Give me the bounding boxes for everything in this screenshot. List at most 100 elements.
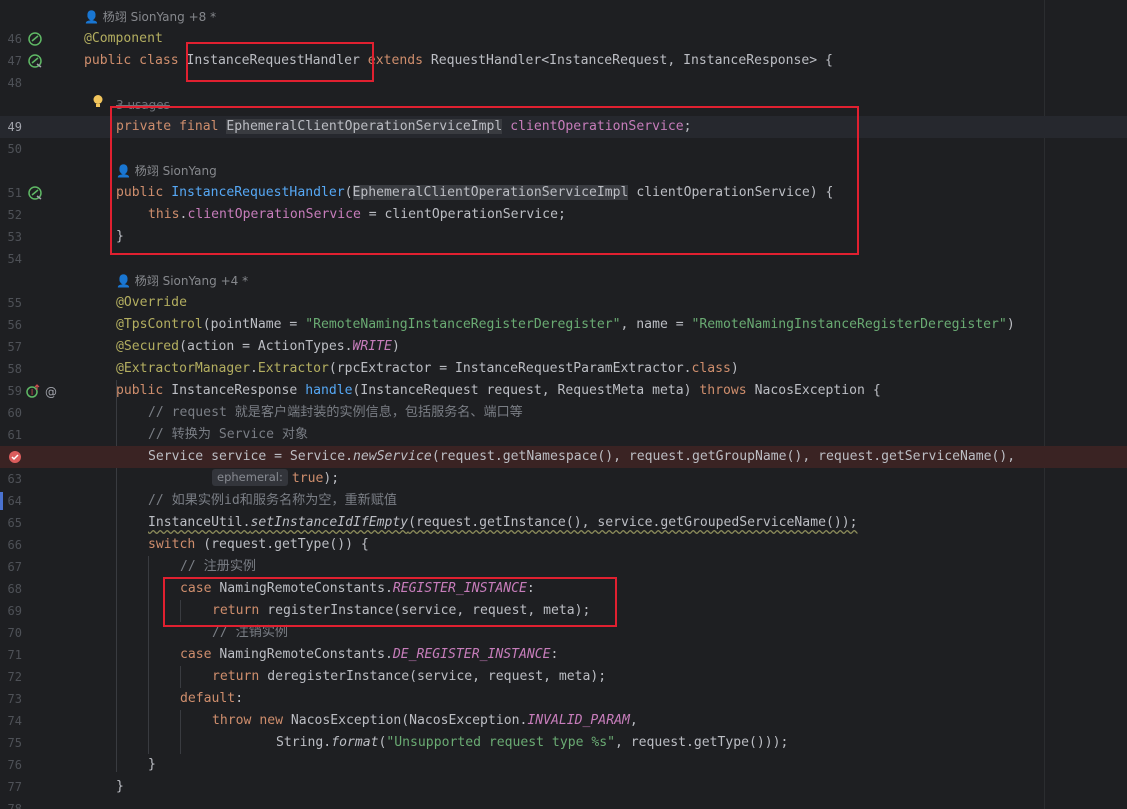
token: String. xyxy=(276,735,332,750)
token: : xyxy=(235,691,244,706)
code-text[interactable]: public class InstanceRequestHandler exte… xyxy=(84,50,833,72)
svg-text:I: I xyxy=(31,388,33,397)
token: clientOperationService xyxy=(510,119,684,134)
code-text[interactable]: private final EphemeralClientOperationSe… xyxy=(116,116,692,138)
code-text[interactable]: @Override xyxy=(116,292,187,314)
token: InstanceUtil. xyxy=(148,515,251,530)
code-text[interactable]: InstanceUtil.setInstanceIdIfEmpty(reques… xyxy=(148,512,858,534)
token: : xyxy=(526,581,535,596)
token: INVALID_PARAM xyxy=(527,713,630,728)
lightbulb-icon[interactable] xyxy=(91,94,105,108)
line-number: 52 xyxy=(7,208,22,222)
token: NacosException { xyxy=(746,383,881,398)
code-text[interactable]: this.clientOperationService = clientOper… xyxy=(148,204,566,226)
code-line-56: 56 @TpsControl(pointName = "RemoteNaming… xyxy=(0,314,1127,336)
author-hint[interactable]: 👤 杨翊 SionYang +8 * xyxy=(84,6,216,28)
bean-icon[interactable] xyxy=(28,32,42,46)
bean-icon[interactable] xyxy=(28,54,42,68)
usages-hint-row: 3 usages xyxy=(0,94,1127,116)
token: throws xyxy=(699,383,747,398)
token: (request.getInstance(), service.getGroup… xyxy=(408,515,858,530)
code-text[interactable]: } xyxy=(116,776,124,798)
token: EphemeralClientOperationServiceImpl xyxy=(226,119,503,134)
line-number: 65 xyxy=(7,516,22,530)
line-number: 54 xyxy=(7,252,22,266)
code-comment[interactable]: // 注册实例 xyxy=(180,556,256,578)
token: NamingRemoteConstants. xyxy=(219,647,393,662)
code-text[interactable]: String.format("Unsupported request type … xyxy=(276,732,788,754)
token: handle xyxy=(305,383,353,398)
code-line-51: 51 public InstanceRequestHandler(Ephemer… xyxy=(0,182,1127,204)
code-text[interactable]: Service service = Service.newService(req… xyxy=(148,446,1015,468)
code-line-62: 62 Service service = Service.newService(… xyxy=(0,446,1127,468)
code-text[interactable]: switch (request.getType()) { xyxy=(148,534,369,556)
token: , request.getType())); xyxy=(615,735,789,750)
code-line-70: 70 // 注销实例 xyxy=(0,622,1127,644)
user-icon: 👤 xyxy=(116,164,131,178)
token: (pointName = xyxy=(202,317,306,332)
breakpoint-icon[interactable] xyxy=(8,450,22,464)
code-text[interactable]: case NamingRemoteConstants.DE_REGISTER_I… xyxy=(180,644,558,666)
line-number: 74 xyxy=(7,714,22,728)
code-line-71: 71 case NamingRemoteConstants.DE_REGISTE… xyxy=(0,644,1127,666)
author-hint-row: 👤 杨翊 SionYang +4 * xyxy=(0,270,1127,292)
code-line-75: 75 String.format("Unsupported request ty… xyxy=(0,732,1127,754)
annotation-icon[interactable]: @ xyxy=(44,384,58,398)
line-number: 66 xyxy=(7,538,22,552)
code-comment[interactable]: // 如果实例id和服务名称为空，重新赋值 xyxy=(148,490,397,512)
token: @TpsControl xyxy=(116,317,203,332)
code-text[interactable]: case NamingRemoteConstants.REGISTER_INST… xyxy=(180,578,535,600)
code-text[interactable]: @ExtractorManager.Extractor(rpcExtractor… xyxy=(116,358,739,380)
token: case xyxy=(180,581,220,596)
token: REGISTER_INSTANCE xyxy=(392,581,527,596)
bean-icon[interactable] xyxy=(28,186,42,200)
override-icon[interactable]: I xyxy=(26,384,40,398)
author-hint[interactable]: 👤 杨翊 SionYang +4 * xyxy=(116,270,248,292)
token: public xyxy=(116,185,172,200)
code-text[interactable]: throw new NacosException(NacosException.… xyxy=(212,710,638,732)
code-line-52: 52 this.clientOperationService = clientO… xyxy=(0,204,1127,226)
code-line-67: 67 // 注册实例 xyxy=(0,556,1127,578)
code-text[interactable]: public InstanceRequestHandler(EphemeralC… xyxy=(116,182,833,204)
token: (action = ActionTypes. xyxy=(179,339,353,354)
code-text[interactable]: ephemeral: true); xyxy=(212,468,339,490)
line-number: 47 xyxy=(7,54,22,68)
line-number: 71 xyxy=(7,648,22,662)
code-text[interactable]: @TpsControl(pointName = "RemoteNamingIns… xyxy=(116,314,1015,336)
code-text[interactable]: @Component xyxy=(84,28,163,50)
usages-hint[interactable]: 3 usages xyxy=(116,94,170,116)
code-editor[interactable]: 👤 杨翊 SionYang +8 * 46 @Component 47 publ… xyxy=(0,0,1127,809)
author-hint[interactable]: 👤 杨翊 SionYang xyxy=(116,160,217,182)
token: return xyxy=(212,669,268,684)
author-hint-row: 👤 杨翊 SionYang xyxy=(0,160,1127,182)
code-comment[interactable]: // 注销实例 xyxy=(212,622,288,644)
token: = clientOperationService; xyxy=(360,207,566,222)
token: format xyxy=(331,735,379,750)
token: Service service = Service. xyxy=(148,449,353,464)
line-number: 53 xyxy=(7,230,22,244)
line-number: 63 xyxy=(7,472,22,486)
code-text[interactable]: return registerInstance(service, request… xyxy=(212,600,590,622)
vcs-change-marker[interactable] xyxy=(0,492,3,510)
code-line-63: 63 ephemeral: true); xyxy=(0,468,1127,490)
code-text[interactable]: return deregisterInstance(service, reque… xyxy=(212,666,606,688)
code-text[interactable]: } xyxy=(148,754,156,776)
token: @ExtractorManager xyxy=(116,361,251,376)
code-comment[interactable]: // request 就是客户端封装的实例信息，包括服务名、端口等 xyxy=(148,402,523,424)
code-line-57: 57 @Secured(action = ActionTypes.WRITE) xyxy=(0,336,1127,358)
code-line-54: 54 xyxy=(0,248,1127,270)
token: Extractor xyxy=(257,361,329,376)
code-text[interactable]: public InstanceResponse handle(InstanceR… xyxy=(116,380,881,402)
code-text[interactable]: default: xyxy=(180,688,243,710)
code-line-64: 64 // 如果实例id和服务名称为空，重新赋值 xyxy=(0,490,1127,512)
parameter-hint: ephemeral: xyxy=(212,469,288,486)
code-text[interactable]: } xyxy=(116,226,124,248)
code-comment[interactable]: // 转换为 Service 对象 xyxy=(148,424,308,446)
token: . xyxy=(250,361,258,376)
token: InstanceResponse xyxy=(171,383,306,398)
code-line-53: 53 } xyxy=(0,226,1127,248)
code-line-48: 48 xyxy=(0,72,1127,94)
code-text[interactable]: @Secured(action = ActionTypes.WRITE) xyxy=(116,336,400,358)
token: throw xyxy=(212,713,260,728)
